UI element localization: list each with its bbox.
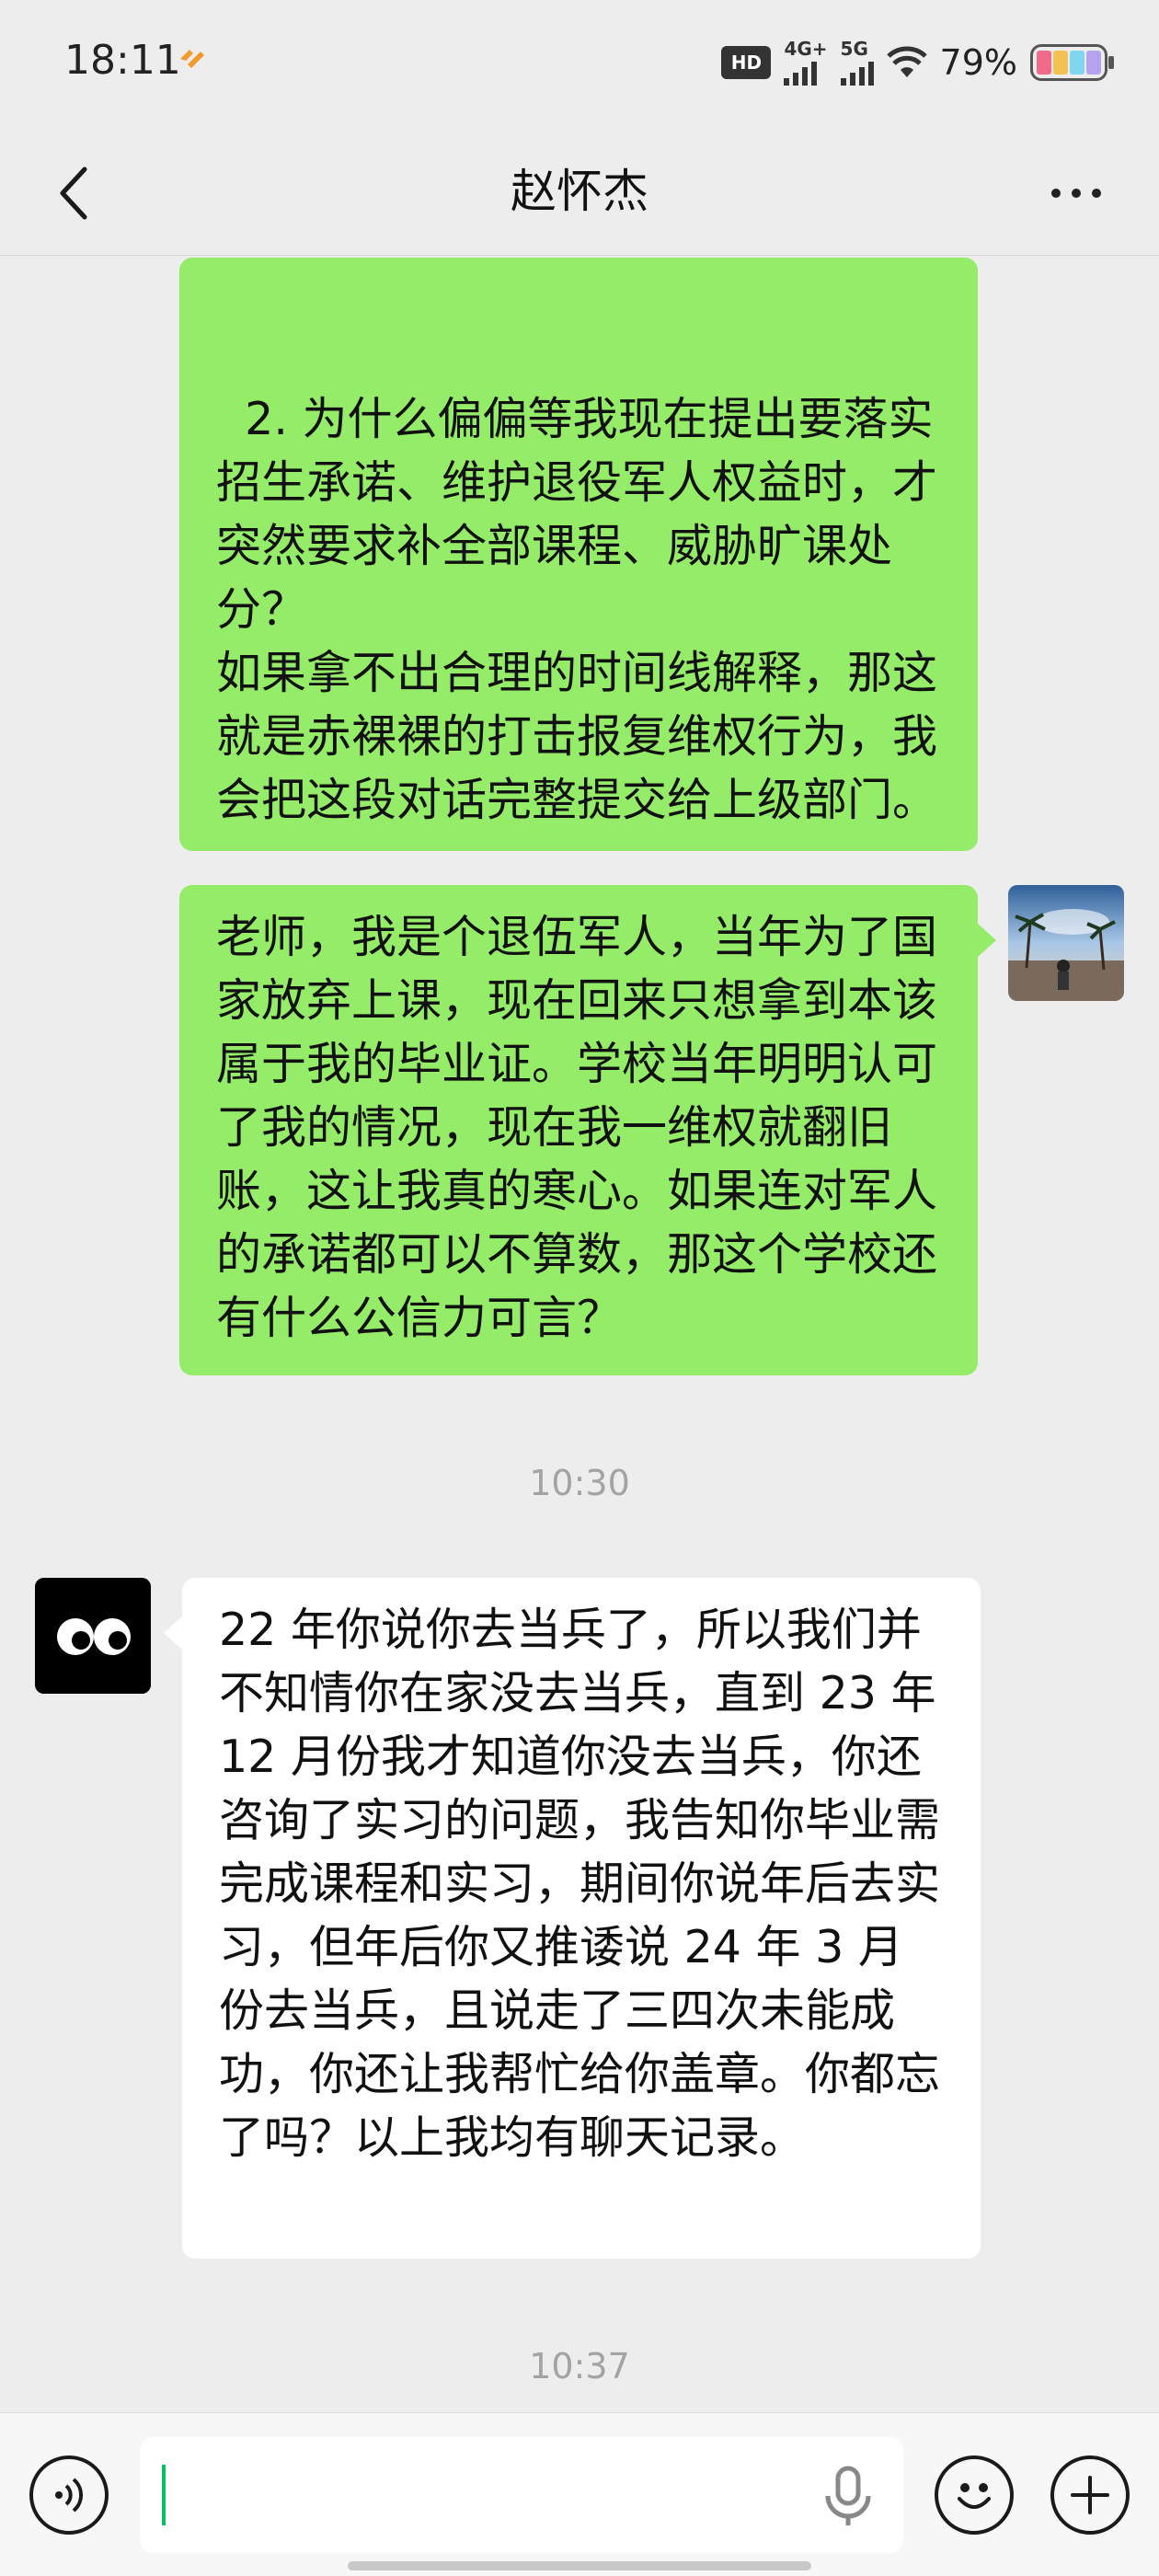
beach-photo-avatar-icon [1008, 885, 1124, 1001]
contact-avatar[interactable] [35, 1578, 151, 1694]
network-5g-label: 5G [840, 38, 868, 60]
message-input[interactable] [140, 2437, 903, 2553]
signal-bars-icon [784, 58, 818, 86]
message-text: 22 年你说你去当兵了，所以我们并不知情你在家没去当兵，直到 23 年 12 月… [219, 1604, 941, 2164]
voice-mode-button[interactable] [29, 2455, 109, 2535]
text-caret [162, 2465, 166, 2525]
more-dot [1092, 189, 1101, 198]
notification-badge-icon [180, 50, 204, 68]
status-bar: 18:11 HD 4G+ 5G 79% [0, 0, 1159, 129]
more-functions-button[interactable] [1050, 2455, 1130, 2535]
chat-input-bar [0, 2412, 1159, 2576]
received-message-bubble[interactable]: 22 年你说你去当兵了，所以我们并不知情你在家没去当兵，直到 23 年 12 月… [182, 1578, 981, 2259]
sent-message-bubble[interactable]: 2. 为什么偏偏等我现在提出要落实招生承诺、维护退役军人权益时，才突然要求补全部… [179, 258, 978, 851]
emoji-button[interactable] [935, 2455, 1014, 2535]
chat-header: 赵怀杰 [0, 129, 1159, 256]
battery-percent: 79% [939, 42, 1017, 83]
message-timestamp: 10:30 [529, 1463, 630, 1503]
more-dot [1051, 189, 1061, 198]
bubble-tail [978, 924, 996, 957]
message-timestamp: 10:37 [529, 2346, 630, 2386]
status-icons: HD 4G+ 5G 79% [721, 37, 1114, 88]
sent-message-bubble[interactable]: 老师，我是个退伍军人，当年为了国家放弃上课，现在回来只想拿到本该属于我的毕业证。… [179, 885, 978, 1375]
microphone-icon[interactable] [820, 2465, 876, 2529]
plus-icon [1071, 2476, 1109, 2514]
more-dot [1072, 189, 1081, 198]
more-options-button[interactable] [1030, 156, 1122, 230]
emoji-icon [958, 2483, 991, 2509]
bubble-tail [164, 1616, 182, 1650]
network-5g-icon: 5G [840, 38, 874, 86]
cartoon-eyes-avatar-icon [35, 1578, 151, 1694]
my-avatar[interactable] [1008, 885, 1124, 1001]
wifi-icon [886, 46, 927, 77]
network-4g-label: 4G+ [784, 38, 828, 60]
hd-icon: HD [721, 46, 772, 79]
battery-icon [1030, 44, 1114, 81]
message-text: 老师，我是个退伍军人，当年为了国家放弃上课，现在回来只想拿到本该属于我的毕业证。… [216, 911, 938, 1344]
message-text: 2. 为什么偏偏等我现在提出要落实招生承诺、维护退役军人权益时，才突然要求补全部… [216, 393, 938, 826]
signal-bars-icon [840, 58, 874, 86]
voice-icon [55, 2478, 84, 2513]
chat-title: 赵怀杰 [511, 165, 648, 218]
network-4g-icon: 4G+ [784, 38, 828, 86]
status-time: 18:11 [64, 37, 181, 84]
home-indicator[interactable] [348, 2561, 811, 2570]
